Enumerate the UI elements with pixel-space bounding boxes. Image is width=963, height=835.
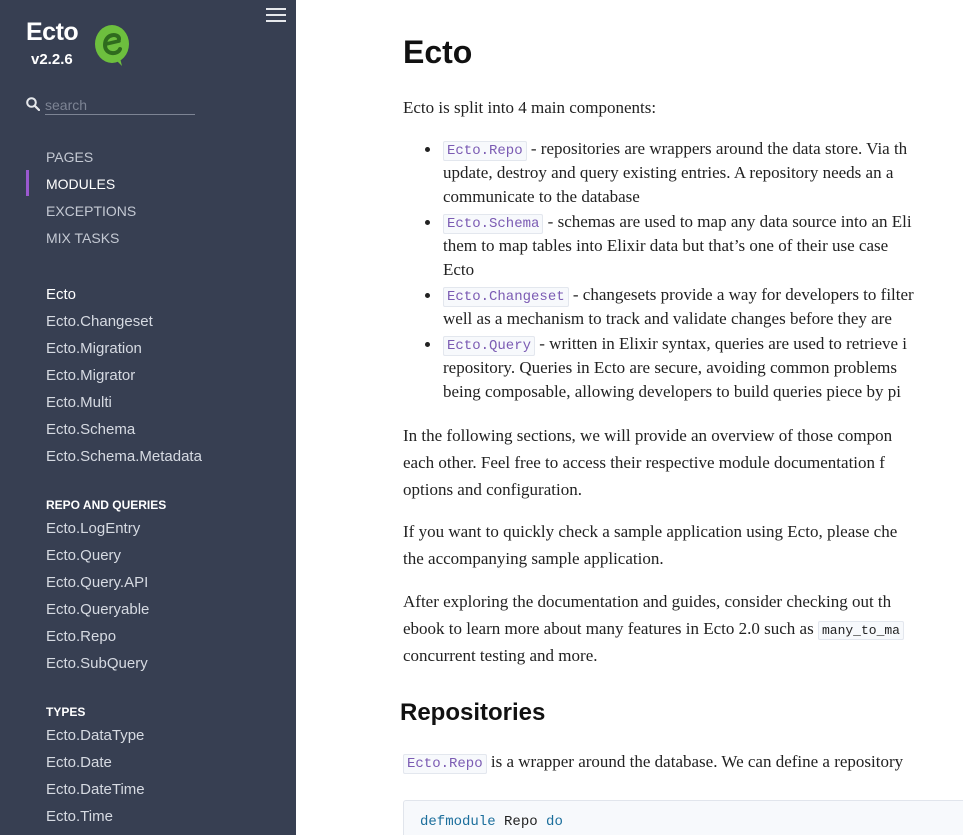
module-link-changeset[interactable]: Ecto.Changeset	[46, 313, 153, 330]
list-item-text: repository. Queries in Ecto are secure, …	[443, 358, 897, 377]
list-item-text: Ecto	[443, 260, 475, 279]
tab-exceptions[interactable]: EXCEPTIONS	[46, 203, 136, 219]
module-link-multi[interactable]: Ecto.Multi	[46, 394, 112, 411]
list-bullet	[425, 293, 430, 298]
group-heading-types: TYPES	[46, 705, 86, 719]
module-link-schema-metadata[interactable]: Ecto.Schema.Metadata	[46, 448, 202, 465]
module-link-repo[interactable]: Ecto.Repo	[46, 628, 116, 645]
page-title: Ecto	[403, 34, 473, 70]
paragraph-text: After exploring the documentation and gu…	[403, 592, 892, 611]
section-title-repositories: Repositories	[400, 699, 546, 726]
list-bullet	[425, 220, 430, 225]
tab-modules[interactable]: MODULES	[46, 176, 115, 192]
hamburger-icon-bar	[266, 20, 286, 22]
sidebar: Ecto v2.2.6 PAGES MODULES EXCEPTIONS MIX…	[0, 0, 296, 835]
paragraph-text: is a wrapper around the database. We can…	[486, 752, 904, 771]
code-line: defmodule Repo do	[420, 814, 563, 830]
ecto-logo[interactable]	[92, 24, 132, 68]
list-item-text: communicate to the database	[443, 187, 640, 206]
code-link-ecto-schema[interactable]: Ecto.Schema	[443, 214, 544, 234]
module-link-migration[interactable]: Ecto.Migration	[46, 340, 142, 357]
module-link-query-api[interactable]: Ecto.Query.API	[46, 574, 148, 591]
repo-paragraph: Ecto.Repo is a wrapper around the databa…	[403, 748, 903, 778]
search-icon	[26, 97, 40, 111]
paragraph-text: each other. Feel free to access their re…	[403, 453, 885, 472]
project-name[interactable]: Ecto	[26, 18, 79, 47]
inline-code-many-to-many: many_to_ma	[817, 621, 904, 640]
paragraph-text: If you want to quickly check a sample ap…	[403, 522, 898, 541]
paragraph-text: the accompanying sample application.	[403, 549, 664, 568]
active-tab-indicator	[26, 170, 29, 196]
paragraph-text: options and configuration.	[403, 480, 582, 499]
code-link-ecto-repo[interactable]: Ecto.Repo	[443, 141, 527, 161]
code-block: defmodule Repo do	[403, 800, 963, 835]
code-link-ecto-changeset[interactable]: Ecto.Changeset	[443, 287, 569, 307]
tab-pages[interactable]: PAGES	[46, 149, 93, 165]
hamburger-icon	[266, 8, 286, 10]
list-bullet	[425, 147, 430, 152]
list-item-text: - written in Elixir syntax, queries are …	[535, 334, 908, 353]
list-item-schema: Ecto.Schema - schemas are used to map an…	[443, 210, 912, 236]
paragraph-with-code: ebook to learn more about many features …	[403, 615, 904, 644]
paragraph-text: concurrent testing and more.	[403, 646, 598, 665]
hamburger-menu-button[interactable]	[266, 8, 286, 24]
list-item-repo: Ecto.Repo - repositories are wrappers ar…	[443, 137, 907, 163]
paragraph-text: ebook to learn more about many features …	[403, 619, 818, 638]
module-link-migrator[interactable]: Ecto.Migrator	[46, 367, 135, 384]
project-version: v2.2.6	[31, 51, 73, 68]
module-link-date[interactable]: Ecto.Date	[46, 754, 112, 771]
tab-mix-tasks[interactable]: MIX TASKS	[46, 230, 119, 246]
hamburger-icon-bar	[266, 14, 286, 16]
module-link-datetime[interactable]: Ecto.DateTime	[46, 781, 145, 798]
code-link-ecto-query[interactable]: Ecto.Query	[443, 336, 536, 356]
search-input[interactable]	[45, 96, 195, 115]
module-link-time[interactable]: Ecto.Time	[46, 808, 113, 825]
list-item-text: - schemas are used to map any data sourc…	[543, 212, 912, 231]
module-link-schema[interactable]: Ecto.Schema	[46, 421, 135, 438]
code-keyword: do	[546, 814, 563, 830]
list-item-text: - repositories are wrappers around the d…	[526, 139, 908, 158]
group-heading-repo-and-queries: REPO AND QUERIES	[46, 498, 167, 512]
paragraph-text: In the following sections, we will provi…	[403, 426, 893, 445]
list-item-text: - changesets provide a way for developer…	[568, 285, 914, 304]
module-link-datatype[interactable]: Ecto.DataType	[46, 727, 144, 744]
list-item-query: Ecto.Query - written in Elixir syntax, q…	[443, 332, 907, 358]
module-link-queryable[interactable]: Ecto.Queryable	[46, 601, 149, 618]
main-content: Ecto Ecto is split into 4 main component…	[296, 0, 963, 835]
module-link-subquery[interactable]: Ecto.SubQuery	[46, 655, 148, 672]
module-link-logentry[interactable]: Ecto.LogEntry	[46, 520, 140, 537]
list-item-text: well as a mechanism to track and validat…	[443, 309, 892, 328]
module-link-query[interactable]: Ecto.Query	[46, 547, 121, 564]
list-item-text: update, destroy and query existing entri…	[443, 163, 894, 182]
list-bullet	[425, 342, 430, 347]
list-item-text: them to map tables into Elixir data but …	[443, 236, 889, 255]
intro-paragraph: Ecto is split into 4 main components:	[403, 98, 657, 117]
code-link-ecto-repo[interactable]: Ecto.Repo	[403, 754, 487, 774]
list-item-text: being composable, allowing developers to…	[443, 382, 901, 401]
code-keyword: defmodule	[420, 814, 496, 830]
code-module-name: Repo	[504, 814, 538, 830]
list-item-changeset: Ecto.Changeset - changesets provide a wa…	[443, 283, 914, 309]
module-link-ecto[interactable]: Ecto	[46, 286, 76, 303]
